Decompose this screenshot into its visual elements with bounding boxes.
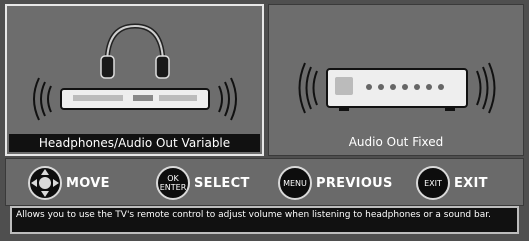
move-control: MOVE: [28, 165, 110, 201]
exit-control: EXIT EXIT: [416, 165, 488, 201]
headphones-soundbar-icon: [33, 23, 237, 121]
option-headphones-audio-out-variable[interactable]: Headphones/Audio Out Variable: [5, 4, 264, 156]
option-audio-out-fixed[interactable]: Audio Out Fixed: [268, 4, 524, 156]
move-label: MOVE: [66, 175, 110, 191]
menu-button-icon: MENU: [278, 166, 312, 200]
dpad-icon: [28, 166, 62, 200]
exit-label: EXIT: [454, 175, 488, 191]
exit-button-icon: EXIT: [416, 166, 450, 200]
remote-controls-bar: MOVE OK ENTER SELECT MENU PREVIOUS EXIT …: [5, 158, 524, 206]
audio-receiver-icon: [298, 62, 496, 114]
enter-text: ENTER: [159, 183, 187, 192]
select-label: SELECT: [194, 175, 250, 191]
ok-enter-button-icon: OK ENTER: [156, 166, 190, 200]
audio-out-menu: Headphones/Audio Out Variable Audio Out: [0, 0, 529, 241]
ok-text: OK: [167, 174, 179, 183]
select-control: OK ENTER SELECT: [156, 165, 250, 201]
option-label: Audio Out Fixed: [348, 135, 444, 149]
help-text: Allows you to use the TV's remote contro…: [10, 206, 519, 234]
option-label: Headphones/Audio Out Variable: [9, 134, 260, 152]
previous-control: MENU PREVIOUS: [278, 165, 393, 201]
menu-text: MENU: [283, 178, 307, 188]
previous-label: PREVIOUS: [316, 175, 393, 191]
exit-text: EXIT: [424, 178, 442, 188]
